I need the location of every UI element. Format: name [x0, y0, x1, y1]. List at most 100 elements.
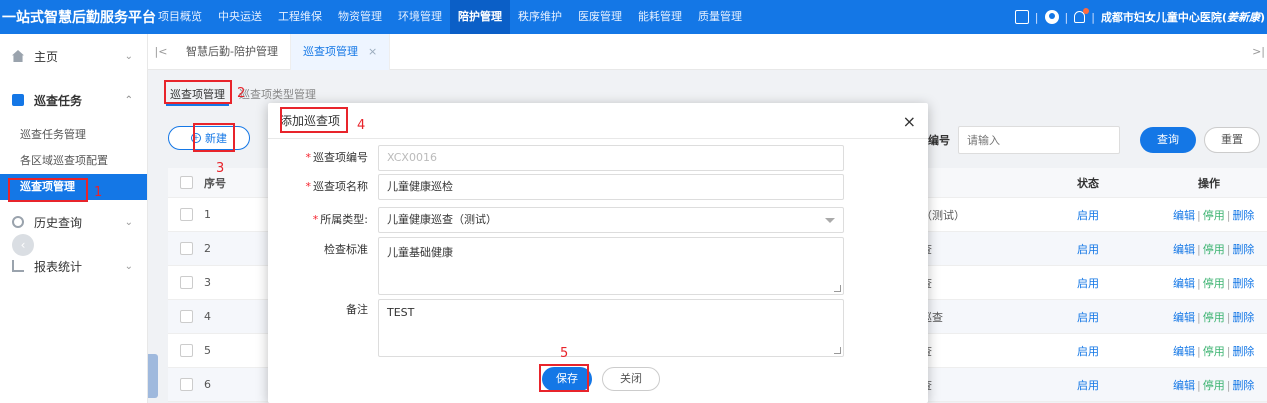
nav-item-maintenance[interactable]: 工程维保	[270, 0, 330, 34]
top-right-tools: | | | 成都市妇女儿童中心医院(姜新康)	[1014, 0, 1265, 34]
reset-button[interactable]: 重置	[1204, 127, 1260, 153]
required-mark: *	[312, 213, 319, 226]
edit-link[interactable]: 编辑	[1173, 379, 1195, 392]
tab-escort-management[interactable]: 智慧后勤-陪护管理	[174, 33, 291, 70]
chart-icon	[12, 260, 24, 272]
annotation-box	[164, 80, 232, 104]
hospital-user[interactable]: 成都市妇女儿童中心医院(姜新康)	[1101, 9, 1265, 25]
side-drawer-handle[interactable]	[148, 354, 158, 398]
standard-textarea[interactable]: 儿童基础健康	[378, 237, 844, 295]
standard-label: 检查标准	[324, 243, 368, 256]
resize-handle-icon[interactable]	[834, 347, 841, 354]
sidebar-item-task-management[interactable]: 巡查任务管理	[0, 122, 147, 148]
type-label: * 所属类型:	[268, 207, 378, 233]
nav-item-medical-waste[interactable]: 医废管理	[570, 0, 630, 34]
query-button[interactable]: 查询	[1140, 127, 1196, 153]
top-bar: 一站式智慧后勤服务平台 项目概览 中央运送 工程维保 物资管理 环境管理 陪护管…	[0, 0, 1267, 34]
chevron-down-icon: ⌄	[124, 260, 133, 272]
delete-link[interactable]: 删除	[1232, 345, 1254, 358]
row-checkbox[interactable]	[179, 344, 193, 357]
row-select-cell	[168, 344, 204, 357]
edit-link[interactable]: 编辑	[1173, 209, 1195, 222]
nav-item-quality[interactable]: 质量管理	[690, 0, 750, 34]
nav-item-environment[interactable]: 环境管理	[390, 0, 450, 34]
nav-item-materials[interactable]: 物资管理	[330, 0, 390, 34]
close-icon[interactable]: ×	[368, 45, 377, 58]
chart-icon[interactable]	[1014, 10, 1029, 24]
dialog-header: 添加巡查项 ×	[268, 103, 928, 139]
form-row-standard: 检查标准 儿童基础健康	[268, 237, 844, 295]
delete-link[interactable]: 删除	[1232, 277, 1254, 290]
user-icon[interactable]	[1044, 10, 1059, 24]
type-select-value: 儿童健康巡查（测试）	[387, 213, 497, 226]
add-patrol-item-dialog: 添加巡查项 × * 巡查项编号 XCX0016 * 巡查项名称 儿童健康巡检 * 所属…	[268, 103, 928, 403]
separator: |	[1197, 310, 1201, 324]
disable-link[interactable]: 停用	[1203, 209, 1225, 222]
page-tabs: |< 智慧后勤-陪护管理 巡查项管理 × >|	[148, 33, 1267, 70]
hospital-suffix: )	[1259, 11, 1265, 24]
nav-item-energy[interactable]: 能耗管理	[630, 0, 690, 34]
sidebar-group-patrol-task[interactable]: 巡查任务 ⌃	[0, 78, 147, 122]
form-row-type: * 所属类型: 儿童健康巡查（测试）	[268, 207, 844, 233]
disable-link[interactable]: 停用	[1203, 345, 1225, 358]
task-icon	[12, 94, 24, 106]
tabs-scroll-right-icon[interactable]: >|	[1252, 45, 1265, 58]
row-checkbox[interactable]	[179, 242, 193, 255]
nav-item-transport[interactable]: 中央运送	[210, 0, 270, 34]
delete-link[interactable]: 删除	[1232, 311, 1254, 324]
chevron-up-icon: ⌃	[124, 94, 133, 106]
sidebar-item-area-config[interactable]: 各区域巡查项配置	[0, 148, 147, 174]
close-icon[interactable]: ×	[903, 112, 916, 131]
edit-link[interactable]: 编辑	[1173, 345, 1195, 358]
separator: |	[1034, 10, 1039, 24]
row-no: 2	[204, 242, 211, 255]
annotation-number: 4	[357, 118, 366, 133]
type-select[interactable]: 儿童健康巡查（测试）	[378, 207, 844, 233]
name-field[interactable]: 儿童健康巡检	[378, 174, 844, 200]
disable-link[interactable]: 停用	[1203, 311, 1225, 324]
tabs-scroll-left-icon[interactable]: |<	[148, 45, 174, 58]
sidebar-collapse-button[interactable]: ‹	[12, 234, 34, 256]
edit-link[interactable]: 编辑	[1173, 243, 1195, 256]
delete-link[interactable]: 删除	[1232, 209, 1254, 222]
resize-handle-icon[interactable]	[834, 285, 841, 292]
tab-patrol-item-management[interactable]: 巡查项管理 ×	[290, 33, 391, 70]
row-checkbox[interactable]	[179, 378, 193, 391]
bell-icon[interactable]	[1074, 8, 1090, 23]
disable-link[interactable]: 停用	[1203, 243, 1225, 256]
disable-link[interactable]: 停用	[1203, 277, 1225, 290]
row-no: 5	[204, 344, 211, 357]
edit-link[interactable]: 编辑	[1173, 311, 1195, 324]
separator: |	[1197, 276, 1201, 290]
row-checkbox[interactable]	[179, 310, 193, 323]
close-button[interactable]: 关闭	[602, 367, 660, 391]
nav-item-escort[interactable]: 陪护管理	[450, 0, 510, 34]
delete-link[interactable]: 删除	[1232, 379, 1254, 392]
delete-link[interactable]: 删除	[1232, 243, 1254, 256]
row-no: 6	[204, 378, 211, 391]
search-input[interactable]	[958, 126, 1120, 154]
row-status: 启用	[1077, 276, 1099, 290]
brand-title: 一站式智慧后勤服务平台	[2, 10, 156, 26]
remark-textarea[interactable]: TEST	[378, 299, 844, 357]
sidebar-item-home[interactable]: 主页 ⌄	[0, 34, 147, 78]
select-all-checkbox[interactable]	[179, 176, 193, 189]
required-mark: *	[305, 180, 312, 193]
row-checkbox[interactable]	[179, 208, 193, 221]
disable-link[interactable]: 停用	[1203, 379, 1225, 392]
separator: |	[1226, 276, 1231, 290]
row-actions: 编辑 | 停用 | 删除	[1173, 207, 1254, 223]
separator: |	[1197, 378, 1201, 392]
separator: |	[1226, 208, 1231, 222]
hospital-name: 成都市妇女儿童中心医院(	[1100, 11, 1227, 24]
row-checkbox[interactable]	[179, 276, 193, 289]
form-row-code: * 巡查项编号 XCX0016	[268, 145, 844, 171]
nav-item-order[interactable]: 秩序维护	[510, 0, 570, 34]
sidebar: 主页 ⌄ 巡查任务 ⌃ 巡查任务管理 各区域巡查项配置 巡查项管理 历史查询 ⌄…	[0, 34, 148, 403]
sidebar-item-label: 巡查任务	[34, 93, 83, 108]
remark-label: 备注	[346, 303, 368, 316]
nav-item-overview[interactable]: 项目概览	[150, 0, 210, 34]
name-label: * 巡查项名称	[268, 174, 378, 200]
annotation-box	[539, 364, 589, 392]
edit-link[interactable]: 编辑	[1173, 277, 1195, 290]
